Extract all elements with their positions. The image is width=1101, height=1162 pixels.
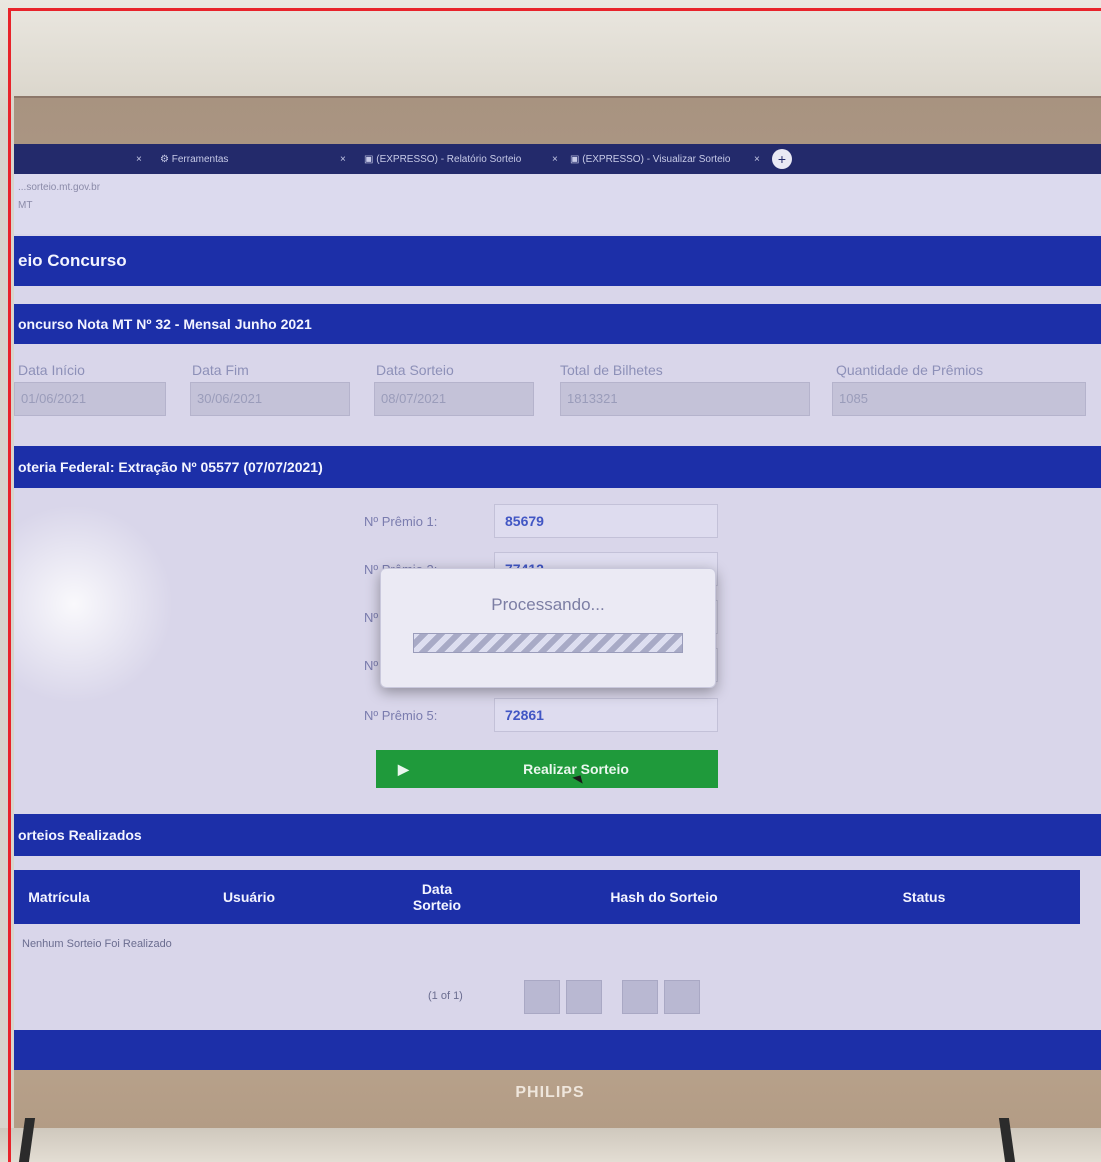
prize-5-label: Nº Prêmio 5: [364,708,438,723]
play-icon: ▶ [398,761,409,777]
tab-favicon-icon: ▣ [364,154,377,165]
field-label-draw-date: Data Sorteio [376,362,454,378]
prize-quantity-field: 1085 [832,382,1086,416]
lottery-heading: oteria Federal: Extração Nº 05577 (07/07… [14,446,1101,488]
tab-close-icon[interactable]: × [136,148,142,172]
end-date-field: 30/06/2021 [190,382,350,416]
page-title: eio Concurso [14,236,1101,286]
progress-bar [413,633,683,653]
history-heading: orteios Realizados [14,814,1101,856]
tab-label: (EXPRESSO) - Visualizar Sorteio [582,154,731,165]
progress-fill [414,634,682,652]
monitor-screen: × ⚙ Ferramentas × ▣ (EXPRESSO) - Relatór… [14,144,1101,1070]
new-tab-button[interactable]: + [772,149,792,169]
monitor-brand-logo: PHILIPS [515,1084,585,1101]
processing-dialog: Processando... [380,568,716,688]
start-date-field: 01/06/2021 [14,382,166,416]
desk-surface [0,1128,1101,1162]
browser-tab[interactable]: ⚙ Ferramentas × [160,148,360,172]
contest-heading: oncurso Nota MT Nº 32 - Mensal Junho 202… [14,304,1101,344]
prize-5-input[interactable]: 72861 [494,698,718,732]
screen-glare [14,504,174,704]
field-label-start-date: Data Início [18,362,85,378]
browser-tab[interactable]: ▣ (EXPRESSO) - Relatório Sorteio × [364,148,564,172]
column-header-hash[interactable]: Hash do Sorteio [574,870,754,924]
field-label-prize-quantity: Quantidade de Prêmios [836,362,984,378]
browser-tab[interactable]: × [18,148,158,172]
run-draw-button[interactable]: ▶ Realizar Sorteio [376,750,718,788]
tab-label: (EXPRESSO) - Relatório Sorteio [376,154,522,165]
column-header-data-sorteio[interactable]: Data Sorteio [402,870,472,924]
prize-4-label: Nº [364,658,379,673]
tab-favicon-icon: ⚙ [160,154,172,165]
address-bar[interactable]: ...sorteio.mt.gov.br MT [14,174,1101,234]
prize-1-label: Nº Prêmio 1: [364,514,438,529]
history-table-header: Matrícula Usuário Data Sorteio Hash do S… [14,870,1080,924]
total-tickets-field: 1813321 [560,382,810,416]
tab-favicon-icon: ▣ [570,154,583,165]
column-header-matricula[interactable]: Matrícula [14,870,104,924]
pager-last-button[interactable] [664,980,700,1014]
breadcrumb: MT [18,200,33,211]
address-url[interactable]: ...sorteio.mt.gov.br [18,182,100,193]
pager-first-button[interactable] [524,980,560,1014]
browser-tab-active[interactable]: ▣ (EXPRESSO) - Visualizar Sorteio × [570,148,766,172]
browser-tab-bar: × ⚙ Ferramentas × ▣ (EXPRESSO) - Relatór… [14,144,1101,174]
prize-3-label: Nº [364,610,379,625]
draw-date-field: 08/07/2021 [374,382,534,416]
run-draw-label: Realizar Sorteio [523,761,629,777]
prize-1-input[interactable]: 85679 [494,504,718,538]
processing-title: Processando... [491,595,605,614]
pager-prev-button[interactable] [566,980,602,1014]
field-label-total-tickets: Total de Bilhetes [560,362,663,378]
tab-label: Ferramentas [171,154,229,165]
column-header-usuario[interactable]: Usuário [194,870,304,924]
column-header-status[interactable]: Status [874,870,974,924]
tab-close-icon[interactable]: × [340,148,346,172]
empty-table-message: Nenhum Sorteio Foi Realizado [22,938,172,950]
pager-next-button[interactable] [622,980,658,1014]
field-label-end-date: Data Fim [192,362,249,378]
pager-status: (1 of 1) [428,990,463,1002]
tab-close-icon[interactable]: × [552,148,558,172]
footer-band [14,1030,1101,1070]
tab-close-icon[interactable]: × [754,148,760,172]
